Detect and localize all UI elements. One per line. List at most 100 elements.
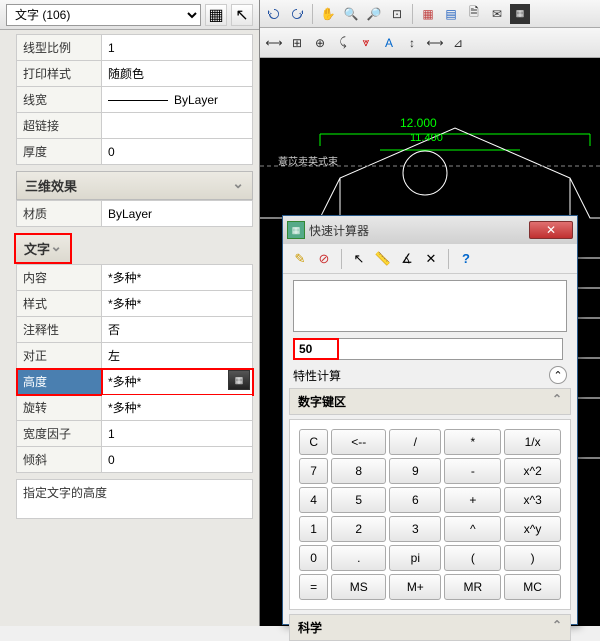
collapse-icon[interactable]: ⌃ <box>549 366 567 384</box>
prop-value[interactable]: 0 <box>102 139 253 165</box>
prop-value[interactable]: *多种* <box>102 395 253 421</box>
prop-value[interactable]: 随颜色 <box>102 61 253 87</box>
calculator-icon[interactable]: ▦ <box>510 4 530 24</box>
calc-key[interactable]: ( <box>444 545 501 571</box>
group-text-header[interactable]: 文字 <box>14 233 72 264</box>
zoom-extents-icon[interactable]: ⊡ <box>387 4 407 24</box>
calc-key[interactable]: . <box>331 545 386 571</box>
calc-key[interactable]: <-- <box>331 429 386 455</box>
calc-key[interactable]: 0 <box>299 545 328 571</box>
prop-value[interactable]: 否 <box>102 317 253 343</box>
properties-panel: 文字 (106) ▦ ↖ 线型比例1打印样式随颜色线宽ByLayer超链接厚度0… <box>0 0 260 626</box>
calc-key[interactable]: 3 <box>389 516 441 542</box>
cell-calculator-button[interactable]: ▦ <box>228 370 250 390</box>
numpad-section-header[interactable]: 数字键区 <box>289 388 571 415</box>
dim-linear-icon[interactable]: ⟷ <box>264 33 284 53</box>
prop-label: 注释性 <box>17 317 102 343</box>
prop-value[interactable] <box>102 113 253 139</box>
prop-value[interactable]: ByLayer <box>102 201 253 227</box>
calc-key[interactable]: x^y <box>504 516 561 542</box>
calc-key[interactable]: 7 <box>299 458 328 484</box>
cad-text-label: 薏苡卖英式束 <box>278 153 338 168</box>
calc-key[interactable]: + <box>444 487 501 513</box>
dim-edit-icon[interactable]: ↕ <box>402 33 422 53</box>
close-button[interactable]: ✕ <box>529 221 573 239</box>
prop-value[interactable]: *多种* <box>102 265 253 291</box>
calc-key[interactable]: 1/x <box>504 429 561 455</box>
prop-value[interactable]: 1 <box>102 421 253 447</box>
calc-key[interactable]: 8 <box>331 458 386 484</box>
prop-value[interactable]: *多种*▦ <box>102 369 253 395</box>
calc-key[interactable]: 4 <box>299 487 328 513</box>
3d-props-table: 材质ByLayer <box>16 200 253 227</box>
tool1-icon[interactable]: 🗎 <box>464 4 484 24</box>
calc-display[interactable] <box>293 280 567 332</box>
calc-key[interactable]: MR <box>444 574 501 600</box>
undo-icon[interactable] <box>264 4 284 24</box>
zoom-in-icon[interactable]: 🔍 <box>341 4 361 24</box>
quick-select-icon[interactable]: ↖ <box>231 4 253 26</box>
calc-key[interactable]: M+ <box>389 574 441 600</box>
angle-icon[interactable]: ∡ <box>398 250 416 268</box>
calc-input-rest[interactable] <box>339 338 563 360</box>
calc-title-text: 快速计算器 <box>309 222 369 239</box>
calc-key[interactable]: MS <box>331 574 386 600</box>
group-3d-header[interactable]: 三维效果 <box>16 171 253 200</box>
calc-key[interactable]: C <box>299 429 328 455</box>
calc-input[interactable] <box>295 340 337 358</box>
dim-arc-icon[interactable]: ⤹ <box>333 33 353 53</box>
calc-key[interactable]: ^ <box>444 516 501 542</box>
layer-icon[interactable]: ▦ <box>418 4 438 24</box>
props-icon[interactable]: ▤ <box>441 4 461 24</box>
prop-value[interactable]: *多种* <box>102 291 253 317</box>
calc-key[interactable]: 1 <box>299 516 328 542</box>
dim-text-icon[interactable]: A <box>379 33 399 53</box>
dimension-1: 12.000 <box>400 116 437 130</box>
calc-key[interactable]: pi <box>389 545 441 571</box>
calc-key[interactable]: - <box>444 458 501 484</box>
calc-key[interactable]: x^3 <box>504 487 561 513</box>
tool2-icon[interactable]: ✉ <box>487 4 507 24</box>
prop-value[interactable]: ByLayer <box>102 87 253 113</box>
pencil-icon[interactable]: ✎ <box>291 250 309 268</box>
calc-key[interactable]: 5 <box>331 487 386 513</box>
redo-icon[interactable] <box>287 4 307 24</box>
text-props-table: 内容*多种*样式*多种*注释性否对正左高度*多种*▦旋转*多种*宽度因子1倾斜0 <box>16 264 253 473</box>
prop-label: 超链接 <box>17 113 102 139</box>
property-hint: 指定文字的高度 <box>16 479 253 519</box>
calc-key[interactable]: 9 <box>389 458 441 484</box>
calc-key[interactable]: x^2 <box>504 458 561 484</box>
calc-key[interactable]: ) <box>504 545 561 571</box>
object-type-select[interactable]: 文字 (106) <box>6 4 201 26</box>
help-icon[interactable]: ? <box>457 250 475 268</box>
prop-label: 旋转 <box>17 395 102 421</box>
properties-header: 文字 (106) ▦ ↖ <box>0 0 259 30</box>
dim-box-icon[interactable]: ⊞ <box>287 33 307 53</box>
toggle-pim-icon[interactable]: ▦ <box>205 4 227 26</box>
calc-key[interactable]: 2 <box>331 516 386 542</box>
calc-key[interactable]: = <box>299 574 328 600</box>
dim-align-icon[interactable]: ⟷ <box>425 33 445 53</box>
dim-angle-icon[interactable]: ⩔ <box>356 33 376 53</box>
prop-value[interactable]: 左 <box>102 343 253 369</box>
science-section-header[interactable]: 科学 <box>289 614 571 641</box>
prop-value[interactable]: 1 <box>102 35 253 61</box>
intersect-icon[interactable]: ✕ <box>422 250 440 268</box>
zoom-out-icon[interactable]: 🔎 <box>364 4 384 24</box>
prop-value[interactable]: 0 <box>102 447 253 473</box>
dim-circle-icon[interactable]: ⊕ <box>310 33 330 53</box>
dim-style-icon[interactable]: ⊿ <box>448 33 468 53</box>
calc-titlebar[interactable]: ▦ 快速计算器 ✕ <box>283 216 577 244</box>
clear-icon[interactable]: ⊘ <box>315 250 333 268</box>
measure-icon[interactable]: 📏 <box>374 250 392 268</box>
calc-key[interactable]: 6 <box>389 487 441 513</box>
prop-label: 样式 <box>17 291 102 317</box>
calc-mode-label: 特性计算 <box>293 367 341 384</box>
prop-label: 线宽 <box>17 87 102 113</box>
dimension-2: 11.400 <box>410 132 443 144</box>
calc-key[interactable]: MC <box>504 574 561 600</box>
get-point-icon[interactable]: ↖ <box>350 250 368 268</box>
calc-key[interactable]: * <box>444 429 501 455</box>
pan-icon[interactable]: ✋ <box>318 4 338 24</box>
calc-key[interactable]: / <box>389 429 441 455</box>
